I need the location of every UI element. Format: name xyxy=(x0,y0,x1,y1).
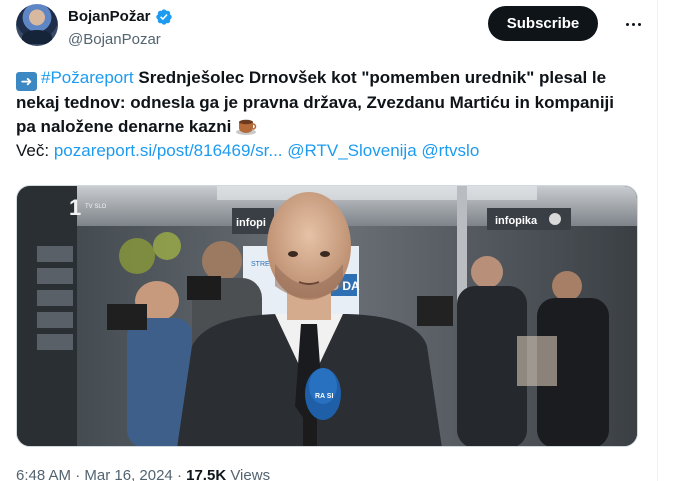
microphone-badge: RA SI xyxy=(315,393,333,400)
more-label: Več: xyxy=(16,141,50,160)
dot xyxy=(637,22,641,26)
dot xyxy=(625,22,629,26)
author-name-row[interactable]: BojanPožar xyxy=(68,7,173,27)
dot xyxy=(631,22,635,26)
mention-rtvslo[interactable]: @rtvslo xyxy=(421,141,479,160)
channel-brand: TV SLO xyxy=(85,204,107,210)
infopika-sign-left: infopi xyxy=(236,217,266,229)
more-line: Več: pozareport.si/post/816469/sr... @RT… xyxy=(16,139,631,163)
coffee-cup-emoji-icon xyxy=(235,116,257,136)
tweet-header: BojanPožar @BojanPozar Subscribe xyxy=(16,4,648,56)
author-handle[interactable]: @BojanPozar xyxy=(68,30,173,50)
tweet-date[interactable]: Mar 16, 2024 xyxy=(84,467,172,481)
video-frame-illustration: 1 TV SLO infopi infopika BO DA STRELSKA xyxy=(17,186,637,446)
meta-separator: · xyxy=(176,467,182,481)
tweet-text: ➜ #Požareport Srednješolec Drnovšek kot "… xyxy=(16,66,631,163)
meta-separator: · xyxy=(75,467,81,481)
hashtag-link[interactable]: #Požareport xyxy=(41,68,134,87)
tweet-meta: 6:48 AM · Mar 16, 2024 · 17.5K Views xyxy=(16,466,270,481)
views-label: Views xyxy=(230,467,271,481)
infopika-sign-right: infopika xyxy=(495,215,538,227)
mention-rtv-slovenija[interactable]: @RTV_Slovenija xyxy=(287,141,416,160)
author-display-name[interactable]: BojanPožar xyxy=(68,7,151,27)
verified-badge-icon[interactable] xyxy=(155,8,173,26)
right-arrow-emoji-icon: ➜ xyxy=(16,72,37,91)
column-border xyxy=(657,0,658,481)
more-horizontal-icon[interactable] xyxy=(618,14,648,34)
channel-number: 1 xyxy=(69,195,81,220)
avatar-shoulders xyxy=(22,30,52,44)
tweet-time[interactable]: 6:48 AM xyxy=(16,467,71,481)
views-count: 17.5K xyxy=(186,467,227,481)
article-link[interactable]: pozareport.si/post/816469/sr... xyxy=(54,141,283,160)
subscribe-button[interactable]: Subscribe xyxy=(488,6,598,41)
avatar[interactable] xyxy=(16,4,58,46)
author-block: BojanPožar @BojanPozar xyxy=(68,7,173,50)
video-thumbnail[interactable]: 1 TV SLO infopi infopika BO DA STRELSKA xyxy=(16,185,638,447)
